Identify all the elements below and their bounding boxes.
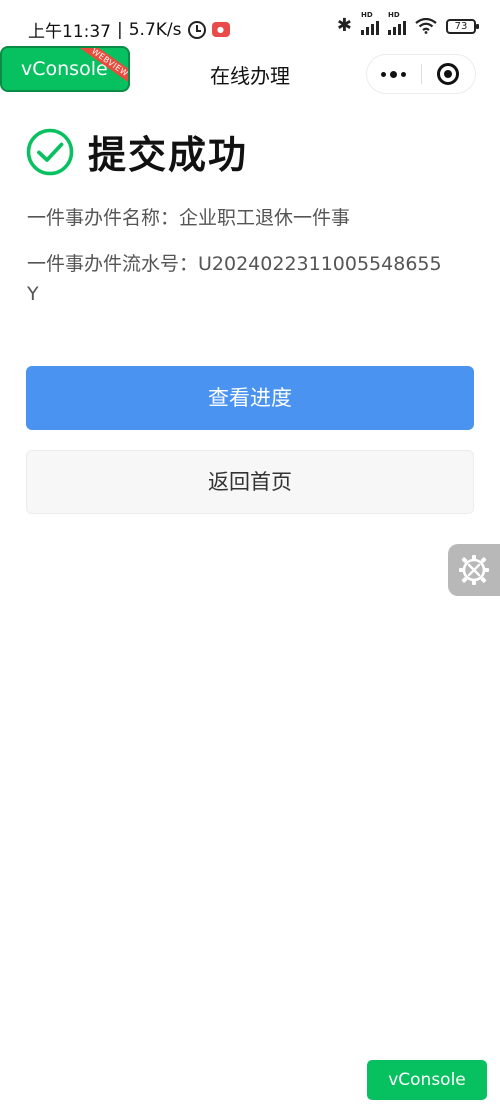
target-icon (437, 63, 460, 85)
signal-1-icon: HD (361, 11, 379, 35)
network-speed: 5.7K/s (128, 19, 182, 40)
success-header: 提交成功 (26, 124, 248, 179)
status-bar: 上午11:37 | 5.7K/s ● ✱ HD HD 73 (0, 0, 500, 48)
wifi-icon (415, 18, 437, 34)
view-progress-button[interactable]: 查看进度 (26, 366, 474, 430)
status-time: 上午11:37 (28, 22, 111, 42)
mini-program-capsule (366, 54, 476, 94)
status-right: ✱ HD HD 73 (336, 11, 479, 36)
back-home-button[interactable]: 返回首页 (26, 450, 474, 514)
app-notification-icon: ● (211, 22, 230, 37)
dot-icon (390, 70, 398, 78)
vconsole-button-bottom[interactable]: vConsole (367, 1060, 487, 1100)
gear-icon (459, 555, 489, 585)
success-check-icon (26, 128, 74, 175)
dot-icon (381, 71, 387, 77)
status-separator: | (117, 19, 123, 40)
bluetooth-icon: ✱ (336, 15, 352, 36)
alarm-clock-icon (187, 20, 206, 39)
floating-settings-button[interactable] (448, 544, 500, 596)
case-name-text: 一件事办件名称：企业职工退休一件事 (27, 207, 351, 229)
vconsole-button-top[interactable]: vConsole WEBVIEW (0, 46, 130, 92)
battery-icon: 73 (446, 18, 479, 34)
case-serial-text: 一件事办件流水号：U2024022311005548655Y (27, 253, 442, 305)
signal-2-icon: HD (388, 11, 406, 35)
close-mini-program-button[interactable] (421, 55, 475, 93)
status-left: 上午11:37 | 5.7K/s ● (28, 17, 230, 42)
vconsole-label: vConsole (21, 58, 108, 80)
more-button[interactable] (367, 55, 421, 93)
dot-icon (401, 71, 407, 77)
success-title: 提交成功 (88, 133, 249, 177)
